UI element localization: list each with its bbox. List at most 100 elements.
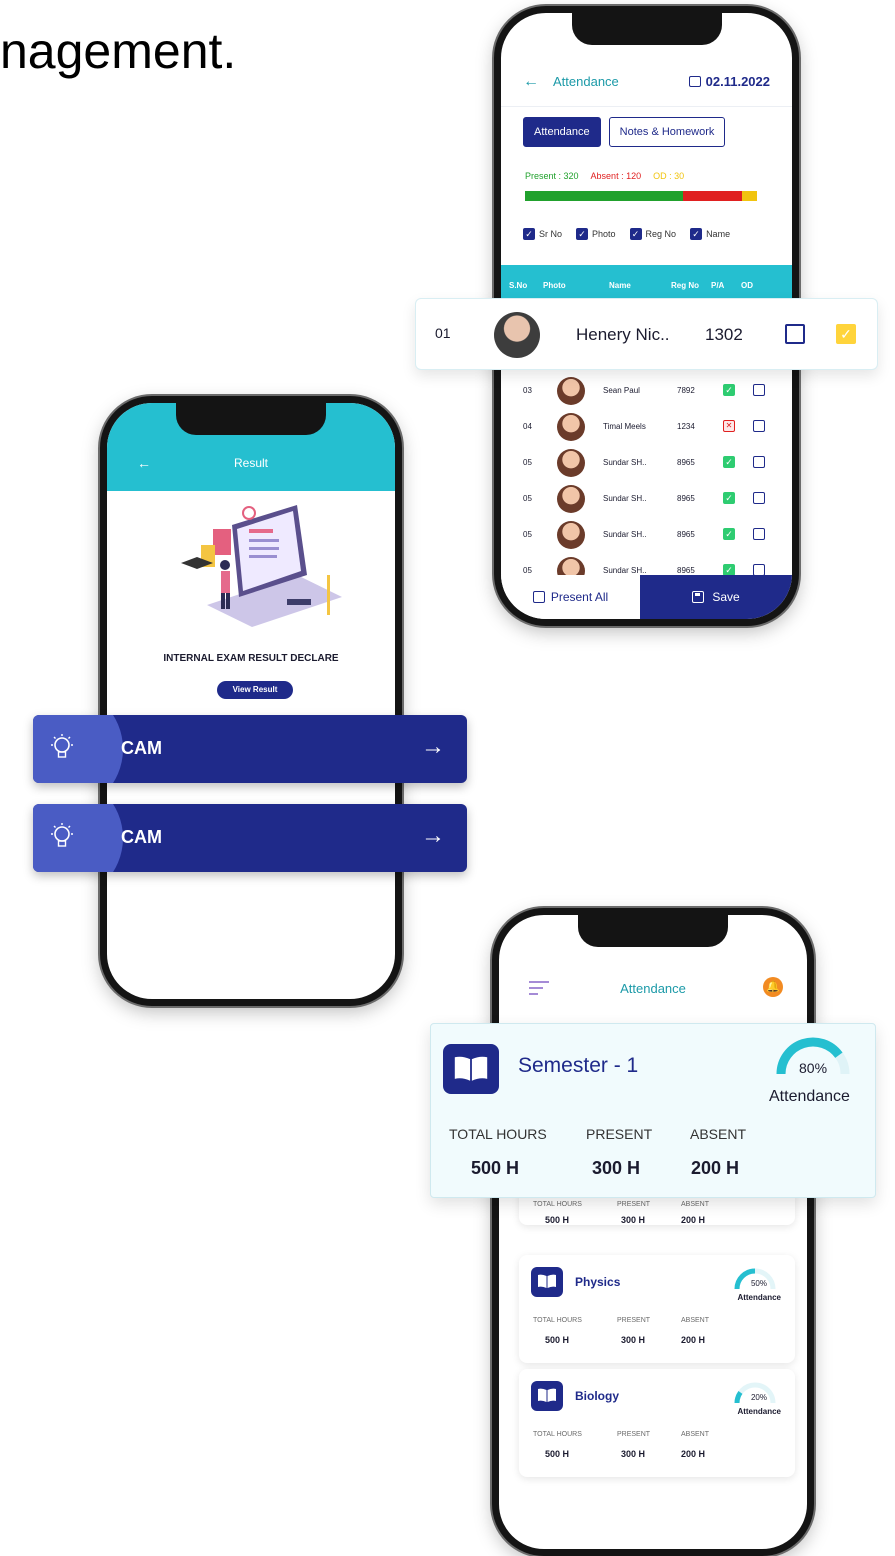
row-sno: 05 — [523, 530, 532, 539]
stat-value: 300 H — [621, 1449, 646, 1459]
stat-label: TOTAL HOURS — [533, 1201, 582, 1208]
row-reg-no: 1234 — [677, 422, 695, 431]
present-checkbox[interactable] — [785, 324, 805, 344]
avatar — [557, 485, 585, 513]
avatar — [557, 377, 585, 405]
book-icon — [531, 1381, 563, 1411]
row-sno: 03 — [523, 386, 532, 395]
row-name: Sundar SH.. — [603, 530, 647, 539]
od-checkbox[interactable] — [753, 420, 765, 432]
table-row[interactable]: 05 Sundar SH.. 8965 ✓ — [501, 481, 792, 517]
cam-label: CAM — [121, 827, 162, 847]
present-segment — [525, 191, 683, 201]
stat-label: TOTAL HOURS — [533, 1317, 582, 1324]
avatar — [557, 413, 585, 441]
row-sno: 05 — [523, 494, 532, 503]
od-segment — [742, 191, 757, 201]
stat-value: 300 H — [621, 1215, 646, 1225]
calendar-icon — [688, 76, 701, 87]
stat-label: PRESENT — [586, 1126, 653, 1142]
filter-label: Sr No — [539, 229, 563, 239]
row-reg-no: 8965 — [677, 494, 695, 503]
stat-label: TOTAL HOURS — [533, 1431, 582, 1438]
checkbox-icon: ✓ — [523, 228, 535, 240]
course-card-physics[interactable]: Physics 50% Attendance TOTAL HOURS PRESE… — [519, 1255, 795, 1363]
view-result-button[interactable]: View Result — [217, 681, 293, 699]
stat-label: ABSENT — [690, 1126, 747, 1142]
absent-count: Absent : 120 — [590, 171, 642, 181]
od-checkbox[interactable] — [753, 492, 765, 504]
od-checkbox[interactable] — [753, 456, 765, 468]
od-checkbox[interactable] — [753, 384, 765, 396]
avatar — [557, 521, 585, 549]
present-absent-checkbox[interactable]: ✓ — [723, 456, 735, 468]
row-name: Sundar SH.. — [603, 494, 647, 503]
filter-label: Name — [706, 229, 731, 239]
attendance-percent: 50% — [750, 1279, 767, 1288]
attendance-ratio-bar — [525, 191, 757, 201]
row-name: Sundar SH.. — [603, 566, 647, 575]
od-checkbox[interactable]: ✓ — [836, 324, 856, 344]
column-header: P/A — [711, 280, 725, 290]
save-button[interactable]: Save — [640, 575, 792, 619]
semester-card[interactable]: Semester - 1 80% Attendance TOTAL HOURS … — [430, 1023, 876, 1198]
table-row[interactable]: 04 Timal Meels 1234 ✕ — [501, 409, 792, 445]
filter-checkbox[interactable]: ✓ Name — [690, 228, 730, 240]
column-header: Reg No — [671, 280, 699, 290]
stat-value: 300 H — [592, 1158, 641, 1178]
stat-label: PRESENT — [617, 1201, 651, 1208]
headline-text: nagement. — [0, 23, 237, 79]
stat-label: TOTAL HOURS — [449, 1126, 547, 1142]
stat-value: 500 H — [545, 1215, 570, 1225]
bell-icon[interactable]: 🔔 — [763, 977, 783, 997]
tab-attendance[interactable]: Attendance — [523, 117, 601, 147]
present-absent-checkbox[interactable]: ✕ — [723, 420, 735, 432]
present-absent-checkbox[interactable]: ✓ — [723, 492, 735, 504]
cam-banner[interactable]: CAM → — [33, 715, 467, 783]
cam-banner[interactable]: CAM → — [33, 804, 467, 872]
laptop-illustration — [181, 505, 342, 627]
lightbulb-icon — [51, 734, 73, 758]
tab-notes-homework[interactable]: Notes & Homework — [608, 117, 726, 147]
stat-value: 200 H — [691, 1158, 740, 1178]
semester-header: Attendance 🔔 — [499, 961, 807, 1017]
stat-label: PRESENT — [617, 1317, 651, 1324]
filter-checkbox[interactable]: ✓ Reg No — [629, 228, 676, 240]
filter-checkbox[interactable]: ✓ Photo — [576, 228, 616, 240]
stat-value: 500 H — [545, 1335, 570, 1345]
back-arrow-icon[interactable]: ← — [523, 73, 539, 91]
present-absent-checkbox[interactable]: ✓ — [723, 528, 735, 540]
stat-value: 200 H — [681, 1215, 706, 1225]
row-sno: 05 — [523, 458, 532, 467]
result-phone: ← Result INTERNAL EXAM RESULT DECLARE Vi… — [100, 396, 402, 1006]
semester-phone: Attendance 🔔 TOTAL HOURS PRESENT ABSENT … — [492, 908, 814, 1556]
save-label: Save — [712, 590, 740, 604]
table-row[interactable]: 03 Sean Paul 7892 ✓ — [501, 373, 792, 409]
row-name: Henery Nic.. — [576, 325, 670, 344]
od-checkbox[interactable] — [753, 528, 765, 540]
attendance-percent: 80% — [799, 1060, 828, 1076]
attendance-footer: Present All Save — [501, 575, 792, 619]
stat-value: 300 H — [621, 1335, 646, 1345]
highlighted-student-row[interactable]: 01 Henery Nic.. 1302 ✓ — [415, 298, 878, 370]
row-reg-no: 8965 — [677, 530, 695, 539]
row-reg-no: 8965 — [677, 566, 695, 575]
checkbox-icon: ✓ — [690, 228, 703, 240]
date-picker[interactable]: 02.11.2022 — [688, 74, 770, 89]
present-count: Present : 320 — [525, 171, 579, 181]
course-card-biology[interactable]: Biology 20% Attendance TOTAL HOURS PRESE… — [519, 1369, 795, 1477]
stat-label: ABSENT — [681, 1201, 710, 1208]
result-heading: INTERNAL EXAM RESULT DECLARE — [163, 653, 339, 664]
table-row[interactable]: 05 Sundar SH.. 8965 ✓ — [501, 445, 792, 481]
present-absent-checkbox[interactable]: ✓ — [723, 384, 735, 396]
book-icon — [443, 1044, 499, 1094]
attendance-label: Attendance — [769, 1088, 850, 1105]
present-all-button[interactable]: Present All — [501, 575, 640, 619]
page-title: Attendance — [553, 74, 619, 89]
avatar — [557, 449, 585, 477]
stat-label: PRESENT — [617, 1431, 651, 1438]
filter-checkbox[interactable]: ✓ Sr No — [523, 228, 562, 240]
present-all-label: Present All — [550, 590, 609, 604]
table-row[interactable]: 05 Sundar SH.. 8965 ✓ — [501, 517, 792, 553]
attendance-counts: Present : 320 Absent : 120 OD : 30 — [525, 171, 684, 181]
